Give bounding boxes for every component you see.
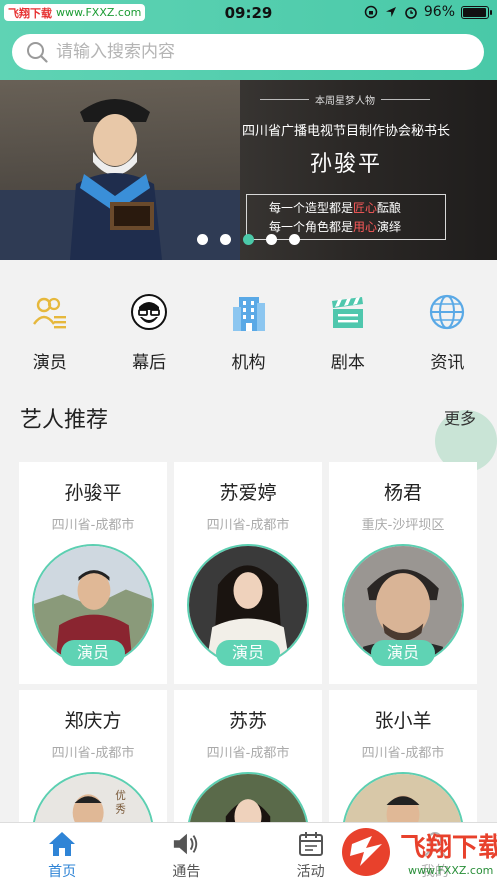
tab-label: 活动 [296,864,325,880]
category-row: 演员 幕后 机构 剧本 资讯 [0,260,497,380]
banner-kicker-text: 本周星梦人物 [315,96,375,107]
tab-label: 通告 [172,864,201,880]
location-arrow-icon [385,7,396,17]
artist-location: 四川省-成都市 [51,518,135,533]
tab-label: 首页 [48,864,77,880]
artist-name: 郑庆方 [64,710,122,732]
artist-name: 杨君 [383,482,422,504]
artist-location: 四川省-成都市 [51,746,135,761]
search-input[interactable] [56,42,436,62]
artist-card[interactable]: 张小羊 四川省-成都市 [329,690,477,822]
carousel-dot[interactable] [220,234,231,245]
svg-text:优: 优 [115,789,126,802]
battery-level [463,7,487,17]
svg-text:秀: 秀 [115,803,126,816]
slogan-text: 演绎 [377,220,402,234]
artist-photo [344,774,462,822]
carousel-dot[interactable] [289,234,300,245]
artist-avatar: 优秀 [32,772,154,822]
battery-percent: 96% [423,4,455,20]
clapperboard-icon [328,292,368,332]
status-bar: 飞翔下载 www.FXXZ.com 09:29 96% [0,0,497,26]
category-news[interactable]: 资讯 [398,260,497,380]
artist-name: 苏爱婷 [219,482,277,504]
watermark-url: www.FXXZ.com [408,864,493,877]
artist-card[interactable]: 苏爱婷 四川省-成都市 演员 [174,462,322,684]
carousel-dots[interactable] [0,234,497,245]
artist-photo: 优秀 [34,774,152,822]
artist-location: 四川省-成都市 [361,746,445,761]
carousel-dot[interactable] [266,234,277,245]
artist-avatar [342,772,464,822]
tab-notices[interactable]: 通告 [124,823,248,883]
alarm-icon [405,7,417,19]
artist-location: 四川省-成都市 [206,746,290,761]
users-icon [30,292,70,332]
carousel-dot[interactable] [197,234,208,245]
banner-title: 孙骏平 [309,152,382,177]
artist-tag: 演员 [371,640,435,666]
slogan-text: 每一个角色都是 [269,220,354,234]
slogan-highlight: 用心 [353,220,378,234]
hero-banner[interactable]: 本周星梦人物 四川省广播电视节目制作协会秘书长 孙骏平 每一个造型都是匠心酝酿 … [0,80,497,260]
category-agencies[interactable]: 机构 [199,260,298,380]
category-label: 演员 [32,353,67,373]
category-actors[interactable]: 演员 [0,260,99,380]
home-icon [48,831,76,857]
category-scripts[interactable]: 剧本 [298,260,397,380]
section-title: 艺人推荐 [20,408,109,433]
artist-tag: 演员 [61,640,125,666]
slogan-text: 每一个造型都是 [269,201,354,215]
status-icons: 96% [364,4,492,20]
category-label: 资讯 [430,353,465,373]
artist-location: 重庆-沙坪坝区 [361,518,445,533]
banner-kicker-line [381,99,430,100]
artist-avatar [187,772,309,822]
artist-name: 苏苏 [228,710,267,732]
slogan-highlight: 匠心 [353,201,378,215]
artist-card[interactable]: 孙骏平 四川省-成都市 演员 [19,462,167,684]
app-header: 飞翔下载 www.FXXZ.com 09:29 96% [0,0,497,80]
calendar-icon [297,831,325,857]
artist-photo [189,774,307,822]
artist-card[interactable]: 苏苏 四川省-成都市 [174,690,322,822]
banner-slogan-line-1: 每一个造型都是匠心酝酿 [269,199,445,218]
building-icon [229,292,269,332]
search-bar[interactable] [12,34,484,70]
banner-kicker: 本周星梦人物 [260,92,430,107]
artist-name: 孙骏平 [64,482,122,504]
more-link[interactable]: 更多 [444,405,476,429]
tab-home[interactable]: 首页 [0,823,124,883]
category-label: 机构 [231,353,266,373]
watermark-logo: 飞翔下载 www.FXXZ.com [338,824,497,880]
globe-icon [427,292,467,332]
category-backstage[interactable]: 幕后 [99,260,198,380]
artist-card[interactable]: 郑庆方 四川省-成都市 优秀 [19,690,167,822]
banner-kicker-line [260,99,309,100]
category-label: 幕后 [132,353,167,373]
speaker-icon [172,831,200,857]
watermark-brand: 飞翔下载 [400,833,497,863]
artist-tag: 演员 [216,640,280,666]
slogan-text: 酝酿 [377,201,402,215]
banner-subtitle: 四川省广播电视节目制作协会秘书长 [241,124,450,139]
category-label: 剧本 [330,353,365,373]
lock-rotation-icon [364,5,378,19]
battery-icon [461,5,492,19]
artist-name: 张小羊 [374,710,432,732]
bearded-face-icon [129,292,169,332]
artist-card[interactable]: 杨君 重庆-沙坪坝区 演员 [329,462,477,684]
carousel-dot[interactable] [243,234,254,245]
search-icon [27,42,48,63]
artist-location: 四川省-成都市 [206,518,290,533]
